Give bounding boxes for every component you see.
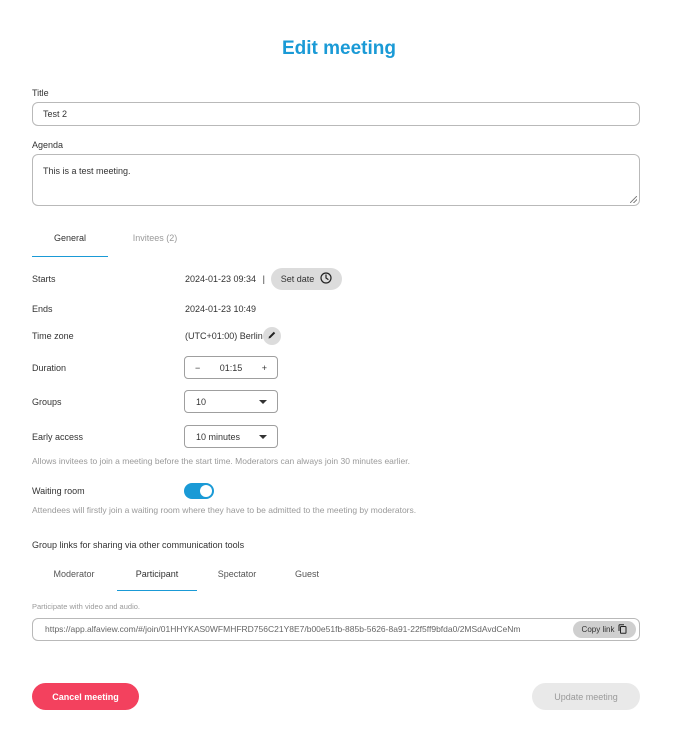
group-links-title: Group links for sharing via other commun… <box>32 540 245 550</box>
page-title: Edit meeting <box>281 38 396 59</box>
tab-general[interactable]: General <box>32 233 108 257</box>
tab-guest[interactable]: Guest <box>267 569 347 591</box>
groups-value: 10 <box>196 396 207 407</box>
title-input[interactable]: Test 2 <box>32 102 640 126</box>
tab-invitees-label: Invitees (2) <box>132 233 178 243</box>
starts-value: 2024-01-23 09:34 | <box>185 274 265 284</box>
ends-label: Ends <box>32 304 53 314</box>
set-date-label: Set date <box>280 274 315 284</box>
duration-stepper[interactable]: − 01:15 + <box>184 356 278 379</box>
tab-spectator-label: Spectator <box>217 569 257 579</box>
tab-moderator-label: Moderator <box>53 569 95 579</box>
group-link-url: https://app.alfaview.com/#/join/01HHYKAS… <box>45 624 521 634</box>
set-date-button[interactable]: Set date <box>271 268 342 290</box>
clock-icon <box>320 272 332 286</box>
caret-down-icon <box>259 434 267 439</box>
groups-label: Groups <box>32 397 62 407</box>
tab-invitees[interactable]: Invitees (2) <box>117 233 193 257</box>
copy-icon <box>618 623 627 636</box>
copy-link-button[interactable]: Copy link <box>573 621 636 638</box>
group-link-field[interactable]: https://app.alfaview.com/#/join/01HHYKAS… <box>32 618 640 641</box>
starts-label: Starts <box>32 274 56 284</box>
pencil-icon <box>267 327 277 345</box>
waiting-room-label: Waiting room <box>32 486 85 496</box>
early-access-hint: Allows invitees to join a meeting before… <box>32 456 410 466</box>
timezone-label: Time zone <box>32 331 74 341</box>
duration-value: 01:15 <box>219 362 243 373</box>
tab-participant[interactable]: Participant <box>117 569 197 591</box>
waiting-room-toggle[interactable] <box>184 483 214 499</box>
starts-separator: | <box>262 274 265 284</box>
tab-guest-label: Guest <box>294 569 319 579</box>
agenda-textarea[interactable]: This is a test meeting. <box>32 154 640 206</box>
edit-timezone-button[interactable] <box>263 327 281 345</box>
early-access-label: Early access <box>32 432 84 442</box>
title-input-value: Test 2 <box>43 109 68 119</box>
agenda-label: Agenda <box>32 140 64 150</box>
cancel-meeting-label: Cancel meeting <box>52 691 119 702</box>
tab-spectator[interactable]: Spectator <box>197 569 277 591</box>
starts-datetime: 2024-01-23 09:34 <box>185 274 257 284</box>
toggle-knob <box>200 485 212 497</box>
agenda-value: This is a test meeting. <box>43 166 131 176</box>
update-meeting-button[interactable]: Update meeting <box>532 683 640 710</box>
duration-label: Duration <box>32 363 67 373</box>
tab-participant-label: Participant <box>135 569 179 579</box>
timezone-value: (UTC+01:00) Berlin <box>185 331 263 341</box>
group-link-description: Participate with video and audio. <box>32 602 140 611</box>
minus-icon[interactable]: − <box>195 363 200 373</box>
caret-down-icon <box>259 399 267 404</box>
copy-link-label: Copy link <box>581 625 615 634</box>
tab-general-label: General <box>53 233 87 243</box>
early-access-value: 10 minutes <box>196 431 241 442</box>
ends-value: 2024-01-23 10:49 <box>185 304 257 314</box>
title-label: Title <box>32 88 49 98</box>
early-access-select[interactable]: 10 minutes <box>184 425 278 448</box>
plus-icon[interactable]: + <box>262 363 267 373</box>
update-meeting-label: Update meeting <box>554 691 618 702</box>
resize-handle-icon[interactable] <box>630 196 637 203</box>
tab-moderator[interactable]: Moderator <box>34 569 114 591</box>
cancel-meeting-button[interactable]: Cancel meeting <box>32 683 139 710</box>
groups-select[interactable]: 10 <box>184 390 278 413</box>
waiting-room-hint: Attendees will firstly join a waiting ro… <box>32 505 417 515</box>
